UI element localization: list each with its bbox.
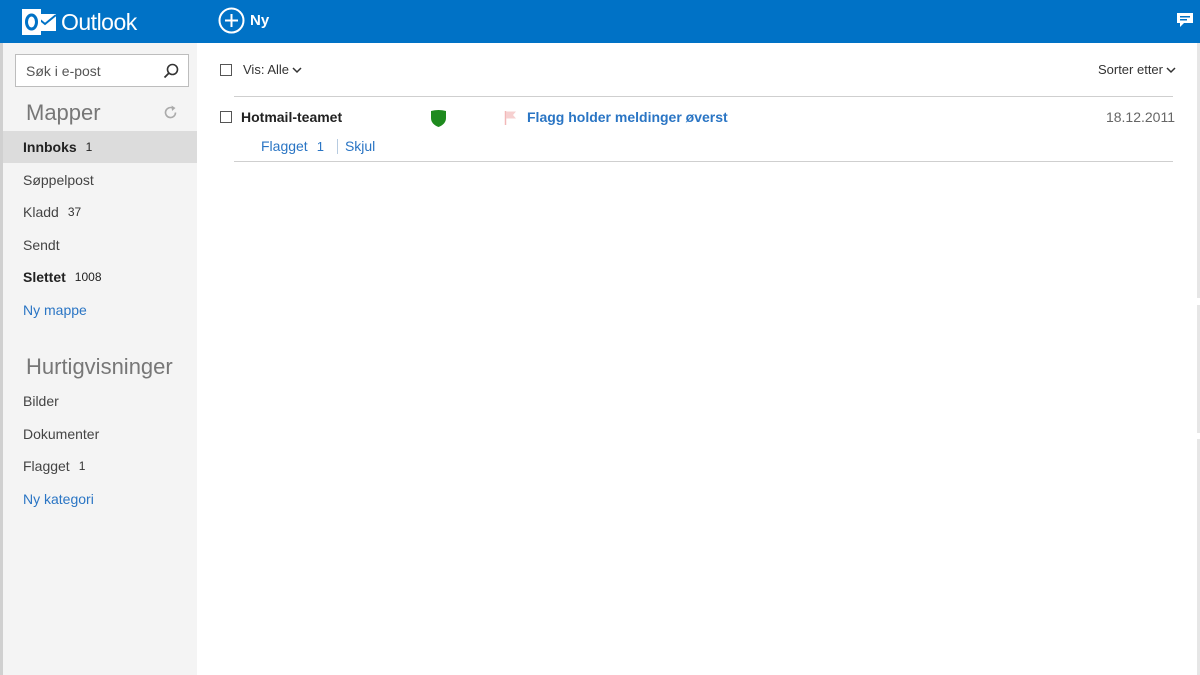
new-message-label: Ny xyxy=(250,11,270,29)
folder-count: 1008 xyxy=(74,270,102,284)
folder-count: 37 xyxy=(67,205,82,219)
sort-dropdown[interactable]: Sorter etter xyxy=(1098,62,1176,77)
chevron-down-icon xyxy=(292,66,302,73)
select-all-checkbox[interactable] xyxy=(220,63,232,76)
folder-label: Kladd xyxy=(23,204,59,220)
refresh-icon[interactable] xyxy=(163,105,178,120)
new-folder-label: Ny mappe xyxy=(23,302,87,318)
filter-count: 1 xyxy=(316,139,324,154)
outlook-logo[interactable]: Outlook xyxy=(22,6,137,38)
sort-label: Sorter etter xyxy=(1097,62,1163,77)
hide-filter-link[interactable]: Skjul xyxy=(345,138,375,154)
folder-kladd[interactable]: Kladd 37 xyxy=(3,196,197,228)
folder-count: 1 xyxy=(85,140,93,154)
active-filter-bar: Flagget 1 Skjul xyxy=(261,138,375,154)
message-list-pane: Vis: Alle Sorter etter Hotmail-teamet Fl… xyxy=(197,43,1200,675)
new-message-button[interactable]: Ny xyxy=(218,6,269,34)
view-filter-dropdown[interactable]: Vis: Alle xyxy=(243,62,302,77)
quickview-flagget[interactable]: Flagget 1 xyxy=(3,450,197,482)
search-box[interactable] xyxy=(15,54,189,87)
filter-flagged-link[interactable]: Flagget 1 xyxy=(261,138,324,154)
top-bar: Outlook Ny xyxy=(0,0,1200,43)
shield-icon xyxy=(431,110,446,127)
folder-innboks[interactable]: Innboks 1 xyxy=(3,131,197,163)
message-sender: Hotmail-teamet xyxy=(241,109,343,125)
message-checkbox[interactable] xyxy=(220,111,232,123)
plus-circle-icon xyxy=(218,7,245,33)
list-divider xyxy=(234,161,1173,162)
app-name: Outlook xyxy=(61,8,137,35)
list-divider xyxy=(234,96,1173,97)
filter-separator xyxy=(336,138,338,154)
folder-soppelpost[interactable]: Søppelpost xyxy=(3,164,197,196)
flag-icon[interactable] xyxy=(504,110,517,125)
quickview-label: Dokumenter xyxy=(23,426,100,442)
sidebar: Mapper Innboks 1 Søppelpost Kladd 37 Sen… xyxy=(0,43,197,675)
new-category-label: Ny kategori xyxy=(23,491,94,507)
filter-label: Flagget xyxy=(261,138,308,154)
outlook-logo-icon xyxy=(22,9,57,35)
folder-label: Innboks xyxy=(23,139,77,155)
folder-slettet[interactable]: Slettet 1008 xyxy=(3,261,197,293)
quickviews-heading: Hurtigvisninger xyxy=(26,354,173,379)
search-icon[interactable] xyxy=(163,63,179,79)
view-filter-label: Vis: Alle xyxy=(243,62,290,77)
folder-sendt[interactable]: Sendt xyxy=(3,229,197,261)
folder-label: Søppelpost xyxy=(23,172,94,188)
new-folder-link[interactable]: Ny mappe xyxy=(3,294,197,326)
quickview-bilder[interactable]: Bilder xyxy=(3,385,197,417)
folder-label: Sendt xyxy=(23,237,60,253)
folders-heading: Mapper xyxy=(26,100,101,125)
folder-label: Slettet xyxy=(23,269,66,285)
feedback-icon[interactable] xyxy=(1176,12,1194,28)
message-row[interactable]: Hotmail-teamet Flagg holder meldinger øv… xyxy=(220,103,1175,131)
list-toolbar: Vis: Alle xyxy=(220,62,302,77)
quickview-dokumenter[interactable]: Dokumenter xyxy=(3,418,197,450)
quickview-label: Bilder xyxy=(23,393,59,409)
message-subject: Flagg holder meldinger øverst xyxy=(527,109,728,125)
quickview-label: Flagget xyxy=(23,458,70,474)
new-category-link[interactable]: Ny kategori xyxy=(3,483,197,515)
quickview-count: 1 xyxy=(78,459,86,473)
message-date: 18.12.2011 xyxy=(1105,109,1175,125)
search-input[interactable] xyxy=(26,62,156,79)
chevron-down-icon xyxy=(1166,66,1176,73)
